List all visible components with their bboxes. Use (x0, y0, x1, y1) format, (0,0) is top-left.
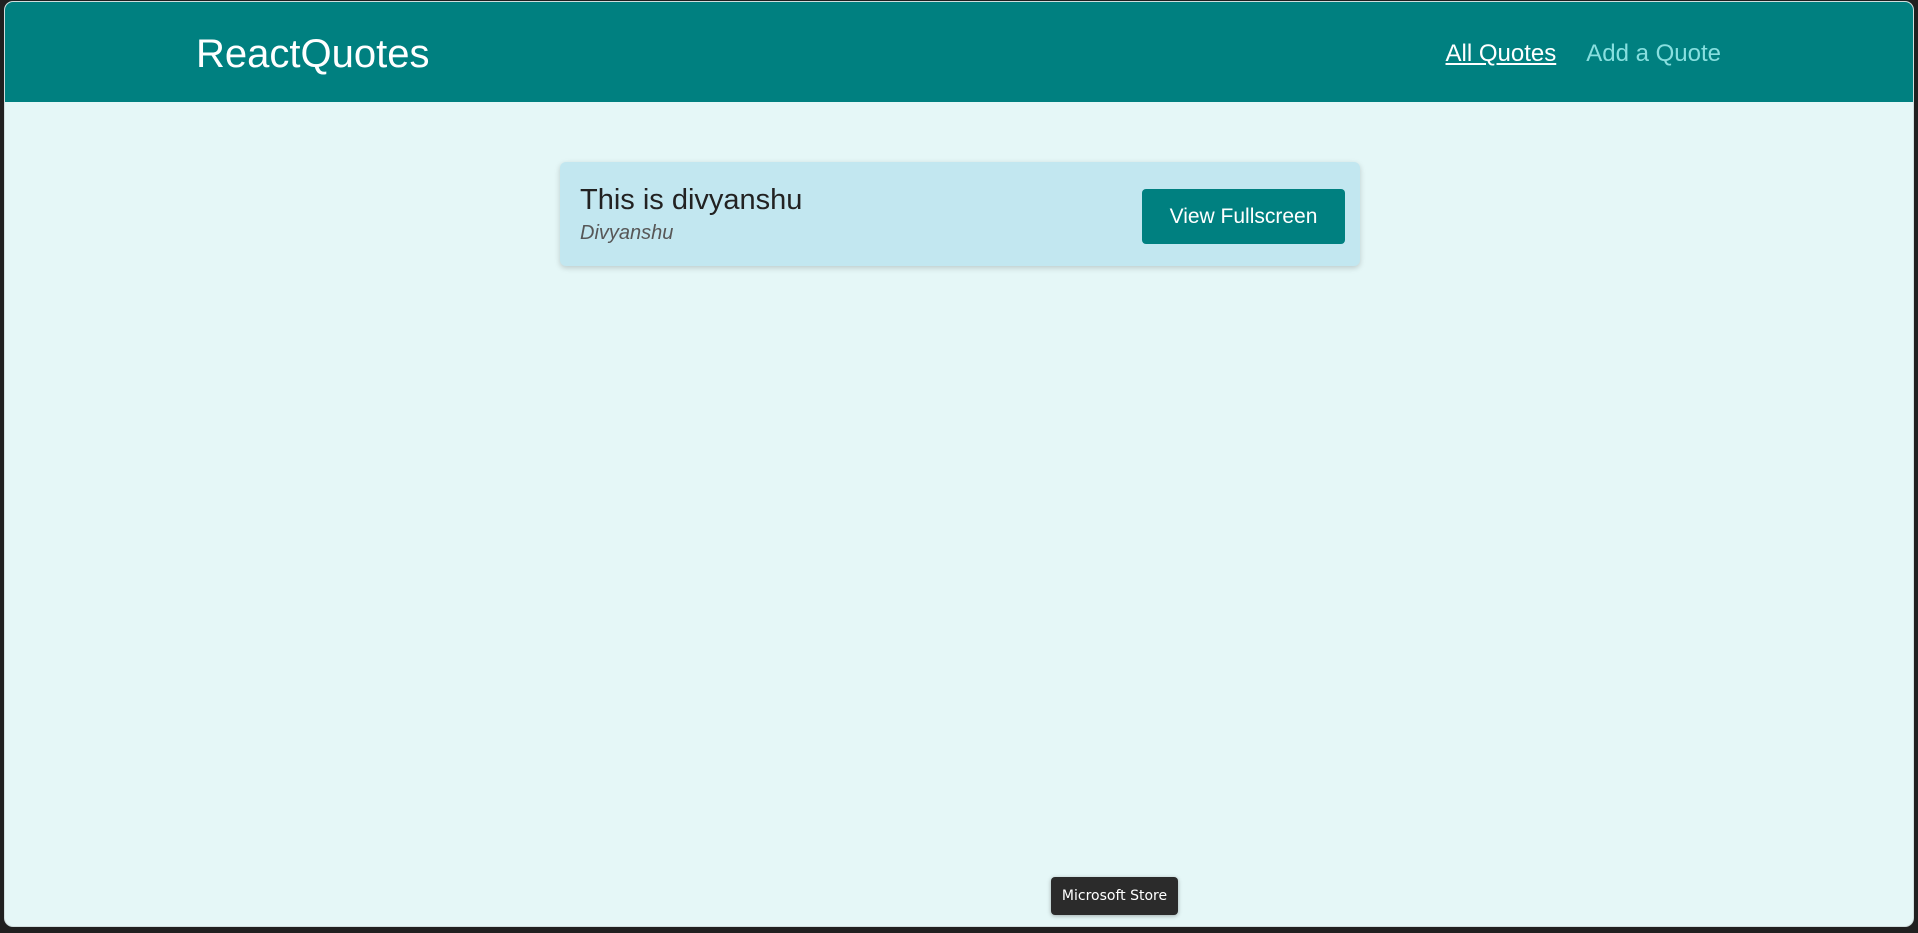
quote-author: Divyanshu (580, 222, 674, 244)
microsoft-store-tooltip: Microsoft Store (1051, 877, 1178, 915)
browser-viewport: ReactQuotes All Quotes Add a Quote This … (5, 2, 1913, 926)
quote-card: This is divyanshu Divyanshu View Fullscr… (560, 162, 1360, 266)
main-nav: All Quotes Add a Quote (1446, 40, 1721, 68)
view-fullscreen-button[interactable]: View Fullscreen (1142, 189, 1345, 244)
app-header: ReactQuotes All Quotes Add a Quote (5, 2, 1913, 102)
nav-add-quote[interactable]: Add a Quote (1586, 40, 1721, 68)
app-logo: ReactQuotes (196, 32, 430, 76)
quote-text: This is divyanshu (580, 184, 803, 216)
nav-all-quotes[interactable]: All Quotes (1446, 40, 1557, 68)
